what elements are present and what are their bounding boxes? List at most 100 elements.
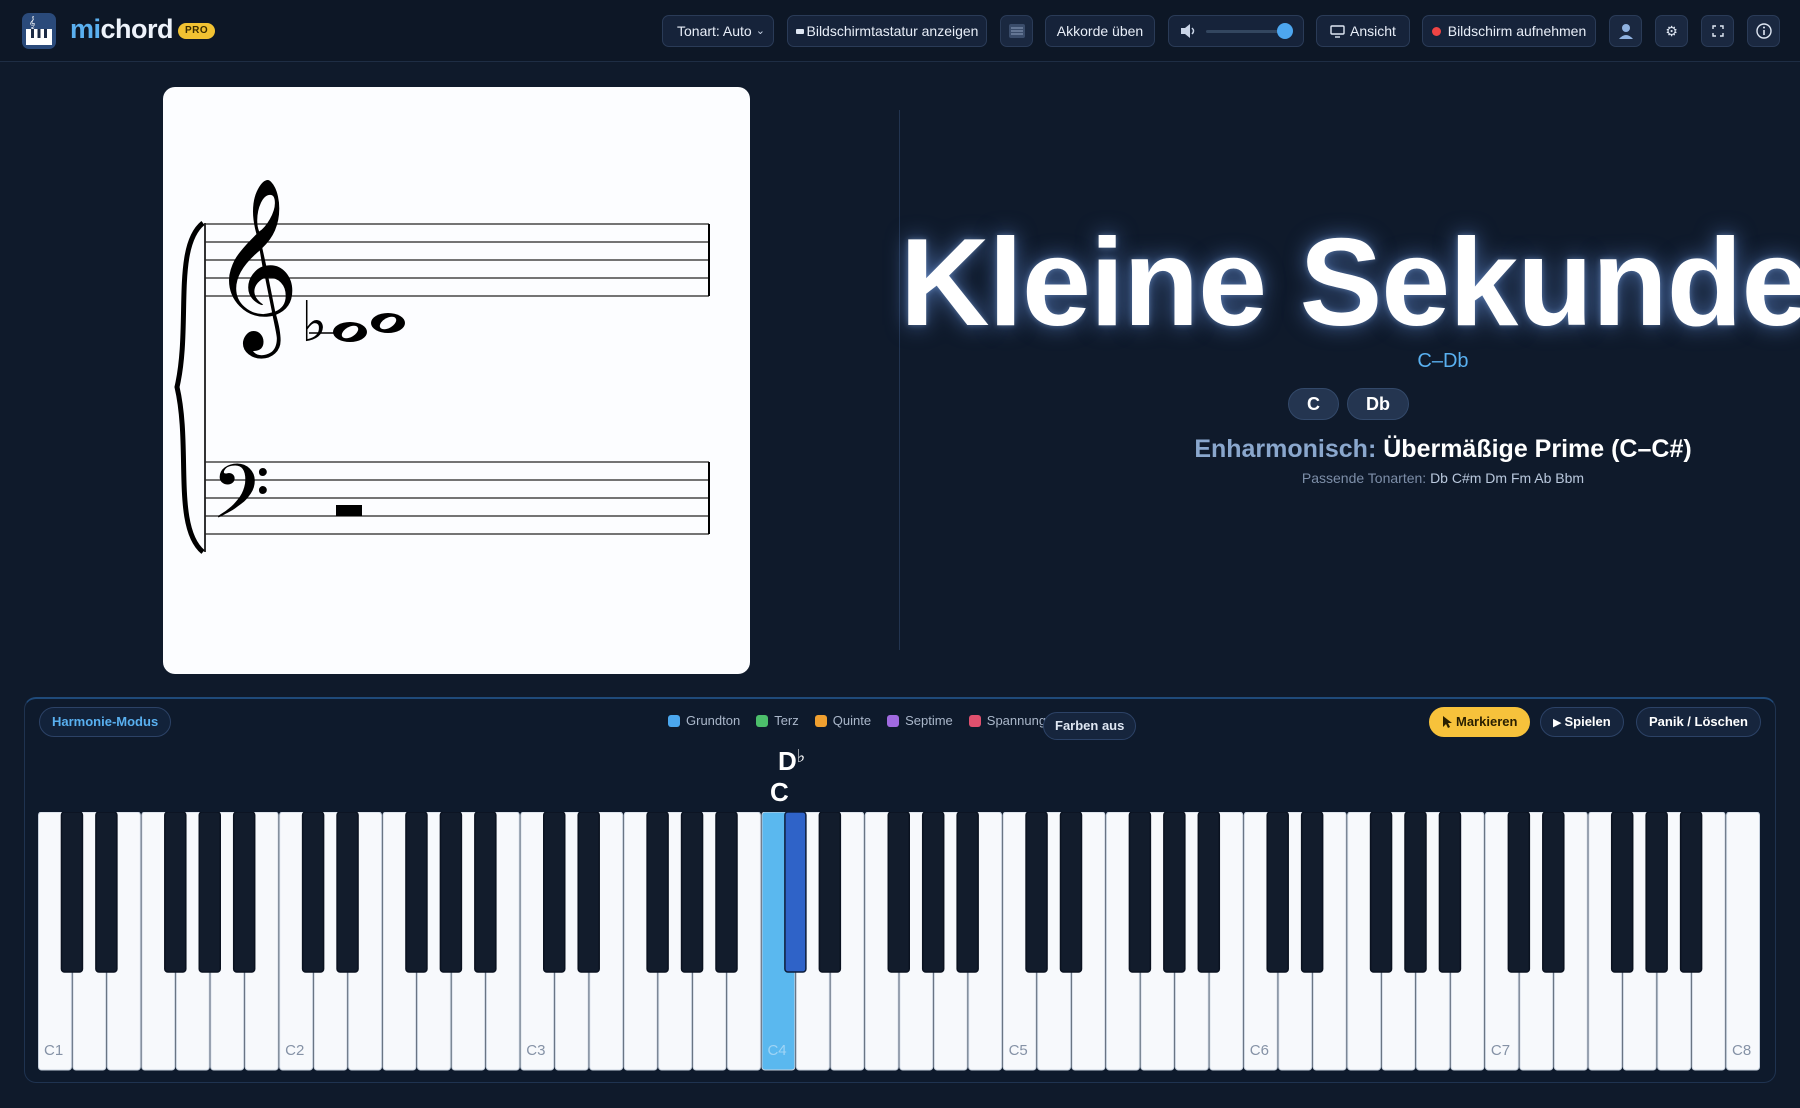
- legend-item: Spannung: [968, 713, 1046, 728]
- black-key-Gb7[interactable]: [1610, 812, 1634, 973]
- interval-notes-line: C–Db: [1417, 350, 1469, 372]
- octave-label: C6: [1250, 1042, 1269, 1059]
- octave-label: C8: [1732, 1042, 1751, 1059]
- black-key-Eb4[interactable]: [818, 812, 842, 973]
- matching-keys-label: Passende Tonarten:: [1301, 470, 1427, 486]
- play-icon: ▶: [1553, 717, 1562, 729]
- harmony-mode-button[interactable]: Harmonie-Modus: [39, 707, 172, 737]
- black-key-Ab1[interactable]: [198, 812, 221, 973]
- info-button[interactable]: [1747, 15, 1780, 47]
- color-legend: Grundton Terz Quinte Septime Spannung: [668, 713, 1046, 728]
- grand-staff: 𝄞 𝄢 ♭: [174, 177, 710, 555]
- flat-glyph: ♭: [796, 746, 806, 766]
- float-label-root: C: [770, 777, 789, 807]
- black-key-Ab7[interactable]: [1645, 812, 1668, 973]
- piano-keyboard[interactable]: C1 C2 C3 C4 C5 C6 C7 C8: [38, 812, 1762, 1074]
- brand-name: michord: [70, 14, 174, 44]
- enharmonic-value: Übermäßige Prime (C–C#): [1383, 435, 1692, 463]
- black-key-Db6[interactable]: [1266, 812, 1289, 973]
- black-key-Bb4[interactable]: [956, 812, 979, 973]
- octave-label: C7: [1491, 1042, 1510, 1059]
- black-key-Eb7[interactable]: [1542, 812, 1565, 973]
- black-key-Bb5[interactable]: [1197, 812, 1221, 973]
- top-bar: 𝄞 michord PRO Tonart: Auto ⌄ Bildschirmta…: [0, 0, 1800, 62]
- play-button[interactable]: ▶ Spielen: [1540, 707, 1624, 737]
- enharmonic-label: Enharmonisch:: [1194, 435, 1377, 463]
- black-key-Db3[interactable]: [543, 812, 566, 973]
- black-key-Bb2[interactable]: [474, 812, 497, 973]
- black-key-Bb1[interactable]: [232, 812, 256, 973]
- onscreen-keyboard-button[interactable]: Bildschirmtastatur anzeigen: [787, 15, 987, 47]
- interval-title: Kleine Sekunde: [900, 214, 1800, 352]
- black-key-Eb5[interactable]: [1059, 812, 1083, 973]
- black-key-Db7[interactable]: [1507, 812, 1531, 973]
- record-screen-button[interactable]: Bildschirm aufnehmen: [1422, 15, 1596, 47]
- octave-label: C1: [44, 1042, 63, 1059]
- black-key-Ab4[interactable]: [921, 812, 945, 973]
- key-select[interactable]: Tonart: Auto ⌄: [662, 15, 774, 47]
- black-key-Eb6[interactable]: [1300, 812, 1324, 973]
- record-dot-icon: [1431, 26, 1441, 36]
- view-button[interactable]: Ansicht: [1316, 15, 1410, 47]
- svg-text:𝄞: 𝄞: [29, 16, 36, 29]
- speaker-icon: [1181, 24, 1195, 38]
- whole-rest: [336, 505, 362, 516]
- volume-slider-knob[interactable]: [1277, 23, 1293, 39]
- account-button[interactable]: [1609, 15, 1642, 47]
- octave-label: C5: [1009, 1042, 1028, 1059]
- white-key-C8[interactable]: [1726, 812, 1760, 1071]
- black-key-Ab2[interactable]: [439, 812, 463, 973]
- note-pills: C Db: [1288, 388, 1409, 420]
- matching-keys-value: Db C#m Dm Fm Ab Bbm: [1430, 470, 1585, 486]
- vertical-divider: [899, 110, 900, 650]
- enharmonic-line: Enharmonisch: Übermäßige Prime (C–C#): [900, 435, 1800, 464]
- cursor-icon: [1443, 716, 1452, 729]
- octave-label: C3: [526, 1042, 545, 1059]
- user-icon: [1618, 24, 1633, 39]
- colors-off-button[interactable]: Farben aus: [1043, 712, 1137, 740]
- practice-chords-button[interactable]: Akkorde üben: [1045, 15, 1155, 47]
- black-key-Ab6[interactable]: [1404, 812, 1427, 973]
- black-key-Db1[interactable]: [60, 812, 84, 973]
- black-key-Gb2[interactable]: [405, 812, 428, 973]
- keyboard-icon: [795, 28, 804, 34]
- black-key-Gb5[interactable]: [1128, 812, 1152, 973]
- app-logo-icon: 𝄞: [22, 13, 56, 49]
- note-pill: C: [1288, 388, 1339, 420]
- bass-staff: [205, 461, 709, 535]
- black-key-Eb2[interactable]: [336, 812, 359, 973]
- black-key-Db2[interactable]: [301, 812, 325, 973]
- settings-button[interactable]: ⚙: [1655, 15, 1688, 47]
- mark-button[interactable]: Markieren: [1429, 707, 1531, 737]
- black-key-Gb6[interactable]: [1369, 812, 1393, 973]
- sheet-music-icon: [1008, 24, 1025, 38]
- black-key-Gb3[interactable]: [646, 812, 669, 973]
- octave-label: C4: [767, 1042, 786, 1059]
- monitor-icon: [1330, 25, 1345, 38]
- brace: [174, 221, 205, 554]
- black-key-Db4[interactable]: [784, 812, 807, 973]
- gear-icon: ⚙: [1665, 22, 1678, 39]
- black-key-Ab3[interactable]: [680, 812, 704, 973]
- black-key-Db5[interactable]: [1025, 812, 1048, 973]
- sheet-music-button[interactable]: [1000, 15, 1033, 47]
- bass-clef: 𝄢: [211, 448, 270, 555]
- chevron-down-icon: ⌄: [755, 25, 765, 37]
- fullscreen-button[interactable]: [1701, 15, 1734, 47]
- legend-item: Quinte: [814, 713, 871, 728]
- black-key-Bb7[interactable]: [1679, 812, 1703, 973]
- legend-item: Grundton: [668, 713, 740, 728]
- matching-keys-line: Passende Tonarten: Db C#m Dm Fm Ab Bbm: [900, 470, 1800, 486]
- black-key-Eb3[interactable]: [577, 812, 600, 973]
- black-key-Gb4[interactable]: [887, 812, 910, 973]
- legend-item: Septime: [887, 713, 953, 728]
- black-key-Gb1[interactable]: [164, 812, 187, 973]
- volume-slider-track[interactable]: [1206, 30, 1284, 33]
- black-key-Bb3[interactable]: [715, 812, 738, 973]
- black-key-Ab5[interactable]: [1163, 812, 1186, 973]
- black-key-Eb1[interactable]: [95, 812, 118, 973]
- note-pill: Db: [1347, 388, 1409, 420]
- panic-clear-button[interactable]: Panik / Löschen: [1636, 707, 1761, 737]
- black-key-Bb6[interactable]: [1438, 812, 1462, 973]
- info-icon: [1755, 23, 1772, 39]
